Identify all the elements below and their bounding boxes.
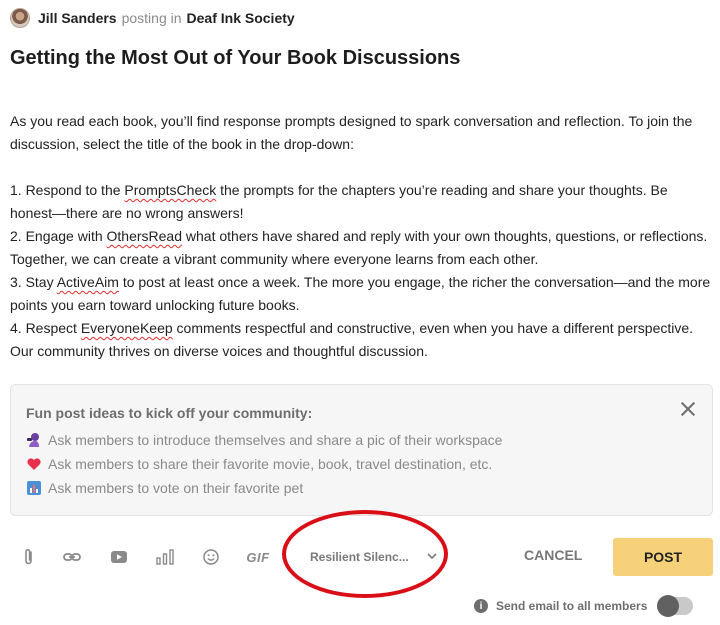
link-icon[interactable] [62, 547, 82, 567]
post-ideas-panel: Fun post ideas to kick off your communit… [10, 384, 713, 516]
info-icon[interactable]: i [474, 599, 488, 613]
idea-text: Ask members to vote on their favorite pe… [48, 480, 304, 496]
posting-in-text: posting in [121, 10, 182, 26]
ideas-title: Fun post ideas to kick off your communit… [26, 405, 313, 421]
selected-book: Resilient Silenc... [310, 550, 409, 564]
item-text: 1. Respond to the [10, 182, 125, 198]
list-item: 1. Respond to the PromptsCheck the promp… [10, 179, 712, 225]
misspelled-word[interactable]: OthersRead [107, 228, 182, 244]
idea-text: Ask members to share their favorite movi… [48, 456, 493, 472]
heart-icon [26, 456, 42, 472]
list-item: 2. Engage with OthersRead what others ha… [10, 225, 712, 271]
post-header: Jill Sanders posting in Deaf Ink Society [10, 8, 295, 28]
avatar[interactable] [10, 8, 30, 28]
post-title[interactable]: Getting the Most Out of Your Book Discus… [10, 47, 460, 70]
chevron-down-icon [426, 550, 438, 565]
misspelled-word[interactable]: ActiveAim [57, 274, 119, 290]
post-button[interactable]: POST [613, 538, 713, 576]
cancel-button[interactable]: CANCEL [524, 547, 582, 563]
idea-item[interactable]: Ask members to vote on their favorite pe… [26, 480, 303, 496]
list-item: 4. Respect EveryoneKeep comments respect… [10, 317, 712, 363]
intro-paragraph: As you read each book, you’ll find respo… [10, 113, 693, 152]
list-item: 3. Stay ActiveAim to post at least once … [10, 271, 712, 317]
email-label: Send email to all members [496, 599, 648, 613]
poll-icon[interactable] [155, 547, 175, 567]
idea-text: Ask members to introduce themselves and … [48, 432, 503, 448]
item-text: 3. Stay [10, 274, 57, 290]
youtube-icon[interactable] [110, 547, 128, 567]
emoji-icon[interactable] [201, 547, 221, 567]
item-text: 2. Engage with [10, 228, 107, 244]
idea-item[interactable]: Ask members to share their favorite movi… [26, 456, 492, 472]
paperclip-icon[interactable] [22, 547, 36, 567]
composer-toolbar: GIF Resilient Silenc... CANCEL POST [10, 538, 720, 576]
book-select-dropdown[interactable]: Resilient Silenc... [310, 547, 450, 567]
bar-chart-icon [26, 480, 42, 496]
painter-icon [26, 432, 42, 448]
idea-item[interactable]: Ask members to introduce themselves and … [26, 432, 502, 448]
email-toggle-row: i Send email to all members [474, 595, 694, 617]
misspelled-word[interactable]: PromptsCheck [124, 182, 216, 198]
toggle-knob [657, 595, 680, 617]
item-text: 4. Respect [10, 320, 81, 336]
gif-button[interactable]: GIF [246, 547, 270, 567]
group-name[interactable]: Deaf Ink Society [187, 10, 295, 26]
author-name[interactable]: Jill Sanders [38, 10, 117, 26]
email-toggle[interactable] [657, 595, 694, 617]
close-icon[interactable] [678, 399, 698, 419]
post-body[interactable]: As you read each book, you’ll find respo… [10, 110, 712, 363]
misspelled-word[interactable]: EveryoneKeep [81, 320, 173, 336]
